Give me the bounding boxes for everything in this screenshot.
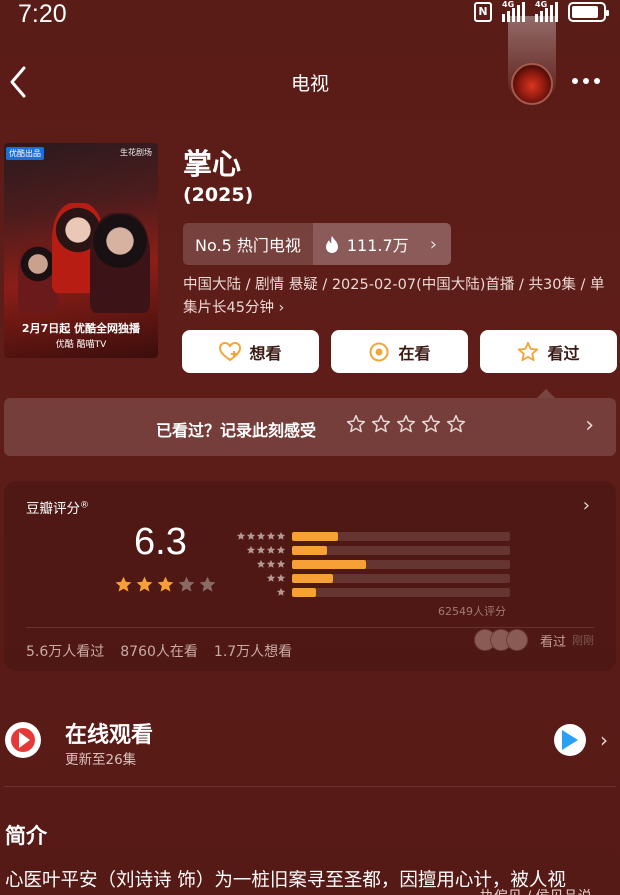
vote-count: 62549人评分 (438, 605, 506, 618)
chevron-right-icon: › (429, 233, 437, 255)
avatar[interactable] (511, 63, 553, 105)
poster-figure (90, 213, 150, 313)
distribution-track (292, 573, 510, 583)
online-update: 更新至26集 (65, 752, 137, 768)
rating-card[interactable]: 豆瓣评分® › 6.3 62549人评分 5.6万人看过 8760人在看 1.7… (4, 481, 616, 671)
poster-caption: 2月7日起 优酷全网独播 (21, 322, 141, 335)
rating-stars (114, 575, 217, 594)
status-time: 7:20 (18, 0, 67, 28)
distribution-stars (226, 531, 286, 541)
distribution-stars (226, 559, 286, 569)
rating-source: 豆瓣评分® (26, 500, 89, 518)
distribution-bar (292, 531, 338, 541)
rate-prompt-bar[interactable]: 已看过？记录此刻感受 › (4, 398, 616, 456)
show-title: 掌心 (183, 147, 242, 181)
online-watch-row[interactable]: 在线观看 更新至26集 › (0, 712, 620, 772)
chevron-right-icon[interactable]: › (583, 495, 590, 516)
show-year: (2025) (183, 184, 254, 206)
star-filled-icon (115, 576, 132, 592)
star-outline-icon[interactable] (371, 414, 391, 434)
divider (26, 627, 594, 628)
poster-studio: 生花剧场 (120, 148, 152, 157)
distribution-row (226, 571, 510, 585)
rate-stars[interactable] (346, 414, 466, 434)
distribution-row (226, 529, 510, 543)
star-empty-icon (178, 576, 195, 592)
distribution-bar (292, 587, 316, 597)
recent-action: 看过 (540, 634, 567, 650)
star-outline-icon (517, 341, 539, 363)
distribution-bar (292, 545, 327, 555)
intro-heading: 简介 (5, 824, 47, 848)
star-empty-icon (199, 576, 216, 592)
rating-score: 6.3 (134, 521, 187, 563)
heat-value: 111.7万 (346, 236, 409, 255)
show-meta[interactable]: 中国大陆 / 剧情 悬疑 / 2025-02-07(中国大陆)首播 / 共30集… (183, 274, 615, 320)
watched-count: 5.6万人看过 (26, 644, 105, 660)
online-title: 在线观看 (65, 723, 154, 748)
distribution-stars (226, 573, 286, 583)
distribution-row (226, 585, 510, 599)
poster-platforms: 优酷 酷喵TV (55, 340, 107, 350)
distribution-bar (292, 559, 366, 569)
watching-label: 在看 (398, 343, 431, 363)
chevron-right-icon: › (585, 413, 594, 438)
star-filled-icon (157, 576, 174, 592)
nfc-icon: N (474, 2, 492, 22)
star-outline-icon[interactable] (421, 414, 441, 434)
watched-button[interactable]: 看过 (480, 330, 617, 373)
watched-label: 看过 (547, 343, 580, 363)
more-options-icon[interactable] (572, 71, 610, 91)
poster-image[interactable]: 优酷出品 生花剧场 2月7日起 优酷全网独播 优酷 酷喵TV (4, 143, 158, 358)
distribution-track (292, 545, 510, 555)
audience-stats: 5.6万人看过 8760人在看 1.7万人想看 (26, 641, 292, 661)
heat-section: 111.7万 › (312, 223, 451, 265)
poster-tag: 优酷出品 (6, 147, 44, 160)
want-label: 想看 (249, 343, 282, 363)
divider (4, 786, 616, 787)
nav-bar: 电视 (0, 16, 620, 106)
chevron-right-icon: › (600, 728, 608, 752)
distribution-stars (226, 587, 286, 597)
rank-label: No.5 热门电视 (195, 236, 301, 255)
recent-time: 刚刚 (572, 634, 595, 647)
want-button[interactable]: 想看 (182, 330, 319, 373)
action-buttons: 想看 在看 看过 (182, 330, 617, 373)
want-count: 1.7万人想看 (213, 644, 293, 660)
flame-icon (325, 235, 338, 253)
watching-count: 8760人在看 (120, 644, 198, 660)
distribution-row (226, 557, 510, 571)
distribution-track (292, 531, 510, 541)
distribution-bar (292, 573, 333, 583)
heart-plus-icon (219, 341, 242, 363)
star-outline-icon[interactable] (346, 414, 366, 434)
star-filled-icon (136, 576, 153, 592)
watching-icon (368, 341, 390, 363)
distribution-track (292, 559, 510, 569)
rating-distribution (226, 529, 510, 599)
star-outline-icon[interactable] (396, 414, 416, 434)
rank-badge[interactable]: No.5 热门电视 111.7万 › (183, 223, 451, 265)
distribution-stars (226, 545, 286, 555)
rate-prompt-text: 已看过？记录此刻感受 (156, 421, 317, 440)
battery-icon (568, 2, 609, 22)
recent-watchers[interactable]: 看过 刚刚 (474, 629, 594, 651)
youku-logo-icon (554, 724, 586, 756)
intro-text[interactable]: 心医叶平安（刘诗诗 饰）为一桩旧案寻至圣都，因擅用心计，被人视 (5, 866, 620, 892)
distribution-track (292, 587, 510, 597)
avatar (506, 629, 528, 651)
pointer-arrow (537, 389, 555, 398)
play-triangle (19, 732, 30, 748)
watching-button[interactable]: 在看 (331, 330, 468, 373)
distribution-row (226, 543, 510, 557)
star-outline-icon[interactable] (446, 414, 466, 434)
